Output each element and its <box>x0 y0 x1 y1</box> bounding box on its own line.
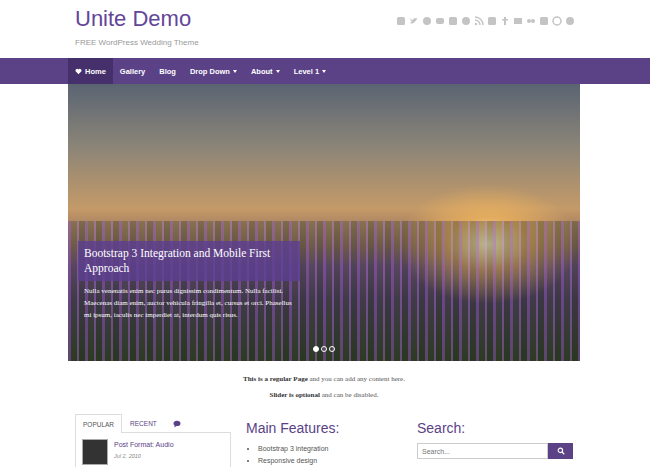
heart-icon <box>75 68 82 75</box>
nav-item[interactable]: About <box>244 58 287 84</box>
post-thumbnail[interactable] <box>82 439 108 465</box>
widget-tab[interactable] <box>165 414 189 432</box>
slider-dot[interactable] <box>321 346 327 352</box>
social-icon[interactable] <box>513 16 523 26</box>
social-icon[interactable] <box>552 16 562 26</box>
social-icon[interactable] <box>487 16 497 26</box>
nav-label: Home <box>85 67 106 76</box>
social-links <box>396 0 575 26</box>
widget-title: Search: <box>417 419 573 437</box>
post-item: Post Format: Audio Jul 2, 2010 <box>82 439 224 465</box>
intro-bold: This is a regular Page <box>243 375 308 383</box>
nav-item[interactable]: Drop Down <box>183 58 244 84</box>
search-input[interactable] <box>417 443 548 459</box>
search-button[interactable] <box>548 443 573 459</box>
intro-line: Slider is optional and can be disabled. <box>68 387 580 403</box>
social-icon[interactable] <box>461 16 471 26</box>
nav-label: Gallery <box>120 67 145 76</box>
site-title[interactable]: Unite Demo <box>75 5 199 33</box>
widget-tabs: POPULAR RECENT <box>75 414 231 433</box>
intro-text: and can be disabled. <box>320 391 379 399</box>
widget-title: Main Features: <box>246 419 402 437</box>
caption-title: Bootstrap 3 Integration and Mobile First… <box>78 241 300 281</box>
slider-dot[interactable] <box>329 346 335 352</box>
search-form <box>417 443 573 459</box>
search-widget: Search: <box>417 414 573 467</box>
site-header: Unite Demo FREE WordPress Wedding Theme <box>68 0 580 58</box>
social-icon[interactable] <box>435 16 445 26</box>
comment-icon <box>173 420 181 428</box>
tab-label: POPULAR <box>83 421 114 428</box>
page-content: This is a regular Page and you can add a… <box>68 361 580 403</box>
intro-bold: Slider is optional <box>270 391 320 399</box>
post-meta: Post Format: Audio Jul 2, 2010 <box>114 439 174 459</box>
tabs-widget: POPULAR RECENT Post Format: Audio Jul 2, 20… <box>75 414 231 467</box>
branding: Unite Demo FREE WordPress Wedding Theme <box>75 0 199 47</box>
social-icon[interactable] <box>422 16 432 26</box>
widget-tab[interactable]: RECENT <box>122 414 165 432</box>
social-icon[interactable] <box>474 16 484 26</box>
nav-label: Level 1 <box>294 67 319 76</box>
features-widget: Main Features: Bootstrap 3 integrationRes… <box>246 414 402 467</box>
intro-line: This is a regular Page and you can add a… <box>68 371 580 387</box>
widget-area: POPULAR RECENT Post Format: Audio Jul 2, 20… <box>68 403 580 467</box>
nav-label: Blog <box>159 67 176 76</box>
post-date: Jul 2, 2010 <box>114 453 174 459</box>
feature-list: Bootstrap 3 integrationResponsive design <box>246 443 402 467</box>
caret-icon <box>276 70 280 73</box>
tagline: FREE WordPress Wedding Theme <box>75 38 199 47</box>
feature-item: Responsive design <box>258 455 402 467</box>
search-icon <box>557 447 565 455</box>
intro-text: and you can add any content here. <box>308 375 405 383</box>
social-icon[interactable] <box>396 16 406 26</box>
tab-panel: Post Format: Audio Jul 2, 2010 <box>75 433 231 467</box>
social-icon[interactable] <box>565 16 575 26</box>
social-icon[interactable] <box>448 16 458 26</box>
slider-dots <box>68 346 580 352</box>
nav-item[interactable]: Gallery <box>113 58 152 84</box>
slider: Bootstrap 3 Integration and Mobile First… <box>68 84 580 361</box>
post-title[interactable]: Post Format: Audio <box>114 441 174 448</box>
caret-icon <box>322 70 326 73</box>
social-icon[interactable] <box>409 16 419 26</box>
feature-item: Bootstrap 3 integration <box>258 443 402 455</box>
slider-dot[interactable] <box>313 346 319 352</box>
nav-item[interactable]: Home <box>68 58 113 84</box>
nav-item[interactable]: Blog <box>152 58 183 84</box>
widget-tab[interactable]: POPULAR <box>75 414 122 433</box>
tab-label: RECENT <box>130 420 157 427</box>
nav-item[interactable]: Level 1 <box>287 58 333 84</box>
social-icon[interactable] <box>539 16 549 26</box>
nav-label: About <box>251 67 273 76</box>
nav-label: Drop Down <box>190 67 230 76</box>
slide-caption: Bootstrap 3 Integration and Mobile First… <box>78 241 300 321</box>
main-nav: Home Gallery Blog Drop Down About Level 1 <box>0 58 650 84</box>
caret-icon <box>233 70 237 73</box>
social-icon[interactable] <box>500 16 510 26</box>
caption-text: Nulla venenatis enim nec purus dignissim… <box>78 281 300 321</box>
social-icon[interactable] <box>526 16 536 26</box>
